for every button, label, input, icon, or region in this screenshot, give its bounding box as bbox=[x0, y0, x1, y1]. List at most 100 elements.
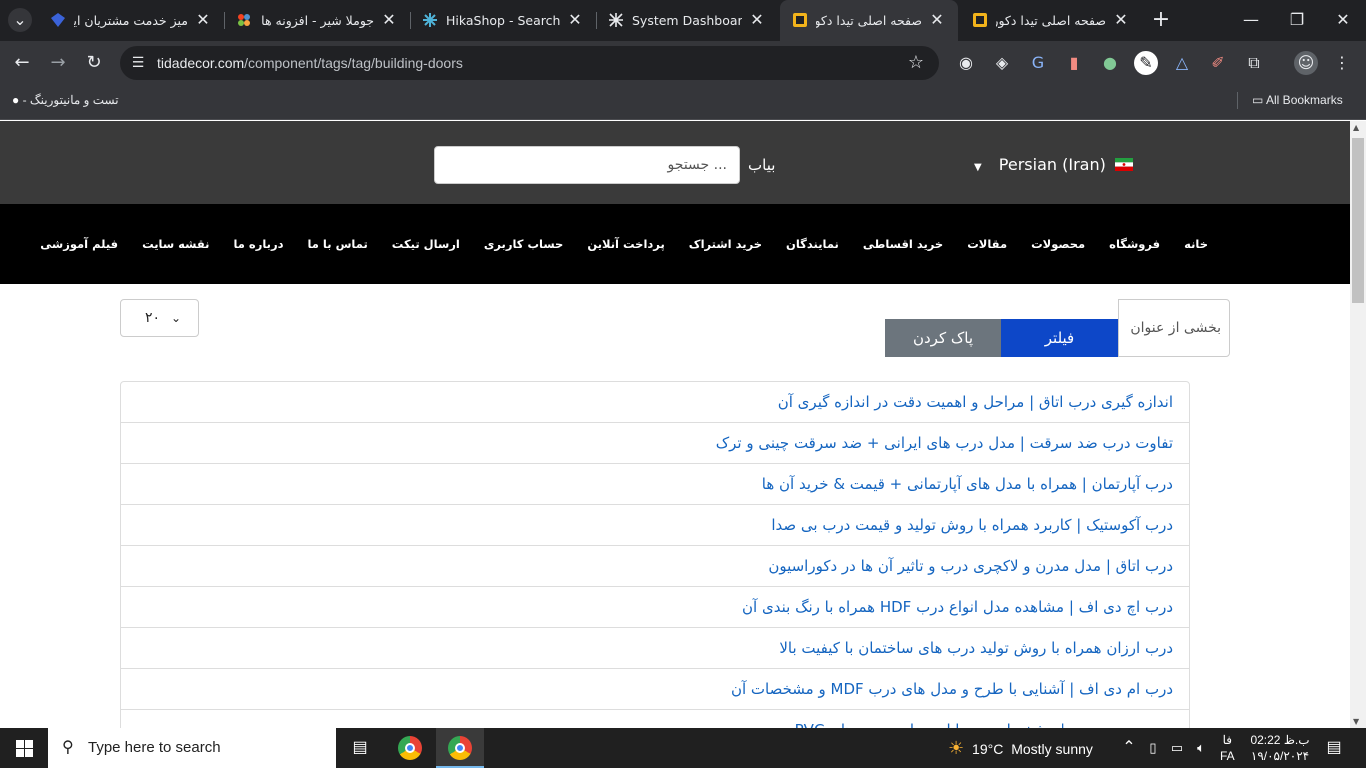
url-path: /component/tags/tag/building-doors bbox=[244, 55, 463, 71]
tab-3[interactable]: HikaShop - Search by ✕ bbox=[410, 0, 596, 41]
search-icon: ⚲ bbox=[62, 739, 74, 756]
restore-icon[interactable]: ❐ bbox=[1285, 8, 1309, 32]
new-tab-icon[interactable]: + bbox=[1149, 8, 1173, 32]
filter-input[interactable]: بخشی از عنوان bbox=[1118, 299, 1230, 357]
language-select[interactable]: ▼ Persian (Iran) bbox=[974, 146, 1106, 184]
close-icon[interactable]: ✕ bbox=[748, 11, 766, 29]
clear-button[interactable]: پاک کردن bbox=[885, 319, 1001, 357]
tab-1[interactable]: میز خدمت مشتریان ایرا ✕ bbox=[38, 0, 224, 41]
keyboard-language[interactable]: فا FA bbox=[1220, 732, 1235, 764]
nav-item[interactable]: محصولات bbox=[1031, 237, 1085, 251]
list-item[interactable]: درب ارزان همراه با روش تولید درب های ساخ… bbox=[121, 628, 1189, 669]
list-item[interactable]: درب آکوستیک | کاربرد همراه با روش تولید … bbox=[121, 505, 1189, 546]
weather-widget[interactable]: ☀ 19°C Mostly sunny bbox=[948, 728, 1093, 768]
tab-2[interactable]: جوملا شیر - افزونه ها و ✕ bbox=[224, 0, 410, 41]
menu-kebab-icon[interactable]: ⋮ bbox=[1330, 51, 1354, 75]
nav-item[interactable]: نمایندگان bbox=[786, 237, 839, 251]
clock-time: 02:22 ب.ظ bbox=[1250, 733, 1310, 747]
extension-1-icon[interactable]: ◉ bbox=[954, 51, 978, 75]
profile-avatar[interactable]: ☺ bbox=[1294, 51, 1318, 75]
list-item[interactable]: درب ام دی اف | آشنایی با طرح و مدل های د… bbox=[121, 669, 1189, 710]
bookmark-star-icon[interactable]: ☆ bbox=[904, 51, 928, 75]
browser-toolbar: ← → ↻ ☰ tidadecor.com/component/tags/tag… bbox=[0, 41, 1366, 85]
address-bar[interactable]: ☰ tidadecor.com/component/tags/tag/build… bbox=[120, 46, 939, 80]
clock[interactable]: 02:22 ب.ظ ۱۹/۰۵/۲۰۲۴ bbox=[1250, 732, 1310, 764]
extension-6-icon[interactable]: ✎ bbox=[1134, 51, 1158, 75]
scroll-thumb[interactable] bbox=[1352, 138, 1364, 303]
joomla-icon bbox=[238, 14, 250, 26]
nav-item[interactable]: حساب کاربری bbox=[484, 237, 564, 251]
bookmark-item[interactable]: ● تست و مانیتورینگ - bbox=[12, 85, 119, 115]
search-label: بیاب bbox=[748, 156, 776, 174]
forward-icon[interactable]: → bbox=[46, 51, 70, 75]
nav-item[interactable]: فیلم آموزشی bbox=[40, 237, 118, 251]
web-page: جستجو ... بیاب ▼ Persian (Iran) خانه فروش… bbox=[0, 121, 1350, 728]
bookmark-label: تست و مانیتورینگ - bbox=[22, 93, 119, 107]
window-close-icon[interactable]: ✕ bbox=[1331, 8, 1355, 32]
extension-7-icon[interactable]: △ bbox=[1170, 51, 1194, 75]
windows-start-icon[interactable] bbox=[16, 740, 33, 757]
search-input[interactable]: جستجو ... bbox=[434, 146, 740, 184]
close-icon[interactable]: ✕ bbox=[194, 11, 212, 29]
nav-item[interactable]: خرید اقساطی bbox=[863, 237, 943, 251]
nav-item[interactable]: تماس با ما bbox=[307, 237, 367, 251]
nav-item[interactable]: پرداخت آنلاین bbox=[587, 237, 664, 251]
extension-4-icon[interactable]: ▮ bbox=[1062, 51, 1086, 75]
reload-icon[interactable]: ↻ bbox=[82, 51, 106, 75]
translate-icon[interactable]: G bbox=[1026, 51, 1050, 75]
nav-item[interactable]: نقشه سایت bbox=[142, 237, 209, 251]
tab-title: صفحه اصلی تیدا دکور bbox=[996, 13, 1106, 28]
extensions-puzzle-icon[interactable]: ⧉ bbox=[1242, 51, 1266, 75]
list-item[interactable]: اندازه گیری درب اتاق | مراحل و اهمیت دقت… bbox=[121, 382, 1189, 423]
close-icon[interactable]: ✕ bbox=[928, 11, 946, 29]
taskbar-search-input[interactable]: ⚲ Type here to search bbox=[48, 728, 336, 768]
diamond-icon bbox=[51, 13, 65, 27]
nav-item[interactable]: خرید اشتراک bbox=[689, 237, 762, 251]
tab-title: میز خدمت مشتریان ایرا bbox=[74, 13, 188, 28]
close-icon[interactable]: ✕ bbox=[380, 11, 398, 29]
list-item[interactable]: درب پی وی سی | مشخصات و مزایا و معایب در… bbox=[121, 710, 1189, 728]
chrome-taskbar-icon[interactable] bbox=[398, 736, 422, 760]
tab-search-icon[interactable]: ⌄ bbox=[8, 8, 32, 32]
taskbar: ⚲ Type here to search ▤ ☀ 19°C Mostly su… bbox=[0, 728, 1366, 768]
clock-date: ۱۹/۰۵/۲۰۲۴ bbox=[1250, 749, 1310, 763]
list-item[interactable]: درب آپارتمان | همراه با مدل های آپارتمان… bbox=[121, 464, 1189, 505]
filter-button[interactable]: فیلتر bbox=[1001, 319, 1118, 357]
chrome-active-taskbar-icon[interactable] bbox=[436, 728, 484, 768]
list-item[interactable]: تفاوت درب ضد سرقت | مدل درب های ایرانی +… bbox=[121, 423, 1189, 464]
chevron-down-icon: ⌄ bbox=[171, 311, 182, 325]
network-icon[interactable]: ▭ bbox=[1165, 736, 1189, 760]
close-icon[interactable]: ✕ bbox=[1112, 11, 1130, 29]
list-item[interactable]: درب اچ دی اف | مشاهده مدل انواع درب HDF … bbox=[121, 587, 1189, 628]
scroll-up-icon[interactable]: ▲ bbox=[1353, 123, 1359, 132]
nav-item[interactable]: خانه bbox=[1184, 237, 1208, 251]
lang-code: FA bbox=[1220, 749, 1235, 763]
back-icon[interactable]: ← bbox=[10, 51, 34, 75]
tab-5-active[interactable]: صفحه اصلی تیدا دکور ✕ bbox=[780, 0, 958, 41]
list-item[interactable]: درب اتاق | مدل مدرن و لاکچری درب و تاثیر… bbox=[121, 546, 1189, 587]
page-scrollbar[interactable]: ▲ ▼ bbox=[1350, 121, 1366, 728]
extension-8-icon[interactable]: ✐ bbox=[1206, 51, 1230, 75]
tagged-items-list: اندازه گیری درب اتاق | مراحل و اهمیت دقت… bbox=[120, 381, 1190, 728]
scroll-down-icon[interactable]: ▼ bbox=[1353, 717, 1359, 726]
nav-item[interactable]: فروشگاه bbox=[1109, 237, 1160, 251]
url-text[interactable]: tidadecor.com/component/tags/tag/buildin… bbox=[157, 46, 463, 80]
tray-device-icon[interactable]: ▯ bbox=[1141, 736, 1165, 760]
all-bookmarks[interactable]: ▭ All Bookmarks bbox=[1252, 85, 1343, 115]
nav-item[interactable]: مقالات bbox=[967, 237, 1007, 251]
weather-temp: 19°C bbox=[972, 741, 1004, 757]
nav-item[interactable]: درباره ما bbox=[233, 237, 283, 251]
tab-4[interactable]: System Dashboard - ✕ bbox=[596, 0, 778, 41]
tab-6[interactable]: صفحه اصلی تیدا دکور ✕ bbox=[960, 0, 1142, 41]
site-info-icon[interactable]: ☰ bbox=[126, 51, 150, 75]
page-limit-select[interactable]: ۲۰ ⌄ bbox=[120, 299, 199, 337]
task-view-icon[interactable]: ▤ bbox=[348, 736, 372, 760]
volume-icon[interactable]: 🔈︎ bbox=[1189, 736, 1213, 760]
extension-2-icon[interactable]: ◈ bbox=[990, 51, 1014, 75]
minimize-icon[interactable]: — bbox=[1239, 8, 1263, 32]
tray-chevron-icon[interactable]: ⌃ bbox=[1117, 736, 1141, 760]
close-icon[interactable]: ✕ bbox=[566, 11, 584, 29]
extension-5-icon[interactable]: ● bbox=[1098, 51, 1122, 75]
notifications-icon[interactable]: ▤ bbox=[1322, 736, 1346, 760]
nav-item[interactable]: ارسال تیکت bbox=[392, 237, 460, 251]
